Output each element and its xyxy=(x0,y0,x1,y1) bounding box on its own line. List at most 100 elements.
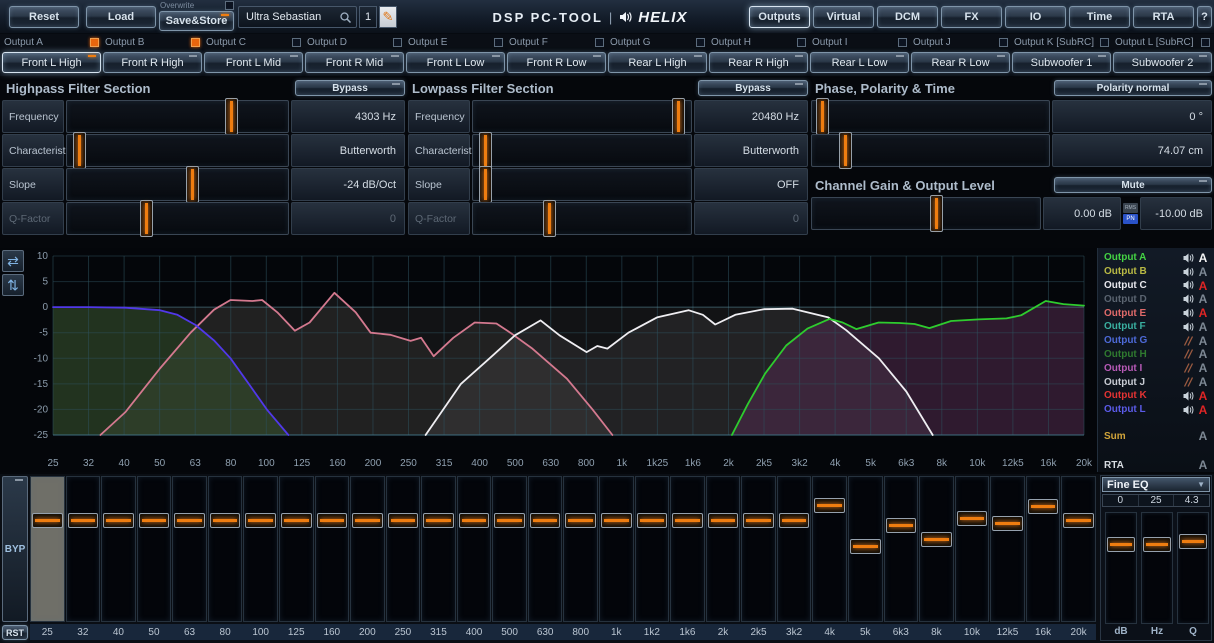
parameter-value[interactable]: -24 dB/Oct xyxy=(291,168,405,201)
chart-svg[interactable]: 1050-5-10-15-20-252532405063801001251602… xyxy=(26,248,1096,472)
preset-letter[interactable]: A xyxy=(1196,251,1210,265)
channel-name[interactable]: Output J xyxy=(1104,377,1180,388)
output-link-checkbox[interactable] xyxy=(696,38,705,47)
preset-index-field[interactable]: 1 xyxy=(359,6,377,28)
eq-band-handle[interactable] xyxy=(317,513,348,528)
preset-letter[interactable]: A xyxy=(1196,265,1210,279)
eq-band-handle[interactable] xyxy=(210,513,241,528)
eq-band-5k[interactable] xyxy=(848,476,883,622)
eq-band-handle[interactable] xyxy=(779,513,810,528)
channel-name[interactable]: Output F xyxy=(1104,321,1180,332)
slider-handle[interactable] xyxy=(839,132,852,169)
mute-slash-icon[interactable] xyxy=(1180,363,1196,373)
eq-bypass-button[interactable]: BYP xyxy=(2,476,28,622)
eq-band-1k2[interactable] xyxy=(635,476,670,622)
speaker-icon[interactable] xyxy=(1180,280,1196,290)
eq-band-12k5[interactable] xyxy=(990,476,1025,622)
parameter-slider[interactable] xyxy=(66,100,289,133)
eq-band-handle[interactable] xyxy=(459,513,490,528)
output-link-checkbox[interactable] xyxy=(191,38,200,47)
eq-band-handle[interactable] xyxy=(850,539,881,554)
eq-band-handle[interactable] xyxy=(637,513,668,528)
eq-band-32[interactable] xyxy=(66,476,101,622)
eq-band-800[interactable] xyxy=(563,476,598,622)
lowpass-bypass-button[interactable]: Bypass xyxy=(698,80,808,96)
preset-letter[interactable]: A xyxy=(1196,361,1210,375)
preset-letter[interactable]: A xyxy=(1196,306,1210,320)
preset-letter[interactable]: A xyxy=(1196,429,1210,443)
preset-letter[interactable]: A xyxy=(1196,347,1210,361)
gain-value[interactable]: 0.00 dB xyxy=(1043,197,1121,230)
eq-band-1k6[interactable] xyxy=(670,476,705,622)
eq-band-8k[interactable] xyxy=(919,476,954,622)
slider-handle[interactable] xyxy=(479,166,492,203)
output-link-checkbox[interactable] xyxy=(595,38,604,47)
slider-handle[interactable] xyxy=(140,200,153,237)
channel-tab-subwoofer-2[interactable]: Subwoofer 2 xyxy=(1113,52,1212,73)
parameter-slider[interactable] xyxy=(472,168,692,201)
eq-band-handle[interactable] xyxy=(886,518,917,533)
parameter-value[interactable]: 20480 Hz xyxy=(694,100,808,133)
eq-band-2k[interactable] xyxy=(706,476,741,622)
eq-band-40[interactable] xyxy=(101,476,136,622)
channel-tab-rear-l-high[interactable]: Rear L High xyxy=(608,52,707,73)
speaker-icon[interactable] xyxy=(1180,294,1196,304)
eq-band-250[interactable] xyxy=(386,476,421,622)
output-link-checkbox[interactable] xyxy=(1201,38,1210,47)
channel-name[interactable]: Output H xyxy=(1104,349,1180,360)
rms-badge[interactable]: RMS xyxy=(1123,203,1138,213)
eq-band-handle[interactable] xyxy=(245,513,276,528)
eq-band-handle[interactable] xyxy=(672,513,703,528)
preset-letter[interactable]: A xyxy=(1196,403,1210,417)
channel-name[interactable]: Output K xyxy=(1104,390,1180,401)
parameter-slider[interactable] xyxy=(472,202,692,235)
eq-band-80[interactable] xyxy=(208,476,243,622)
eq-band-125[interactable] xyxy=(279,476,314,622)
eq-band-4k[interactable] xyxy=(812,476,847,622)
eq-band-200[interactable] xyxy=(350,476,385,622)
eq-reset-button[interactable]: RST xyxy=(2,625,28,640)
channel-tab-subwoofer-1[interactable]: Subwoofer 1 xyxy=(1012,52,1111,73)
output-link-checkbox[interactable] xyxy=(1100,38,1109,47)
eq-band-10k[interactable] xyxy=(955,476,990,622)
channel-tab-front-r-mid[interactable]: Front R Mid xyxy=(305,52,404,73)
parameter-value[interactable]: Butterworth xyxy=(291,134,405,167)
eq-band-handle[interactable] xyxy=(139,513,170,528)
eq-band-100[interactable] xyxy=(243,476,278,622)
channel-name[interactable]: RTA xyxy=(1104,460,1180,471)
fine-eq-value[interactable]: 0 xyxy=(1103,495,1139,506)
eq-band-handle[interactable] xyxy=(921,532,952,547)
fine-eq-slider-q[interactable] xyxy=(1177,512,1209,624)
load-button[interactable]: Load xyxy=(86,6,156,28)
fine-eq-handle[interactable] xyxy=(1179,534,1207,549)
channel-name[interactable]: Sum xyxy=(1104,431,1180,442)
speaker-icon[interactable] xyxy=(1180,322,1196,332)
eq-band-handle[interactable] xyxy=(992,516,1023,531)
parameter-slider[interactable] xyxy=(472,100,692,133)
channel-tab-rear-r-low[interactable]: Rear R Low xyxy=(911,52,1010,73)
nav-[interactable]: ? xyxy=(1197,6,1212,28)
eq-band-400[interactable] xyxy=(457,476,492,622)
mute-button[interactable]: Mute xyxy=(1054,177,1212,193)
nav-rta[interactable]: RTA xyxy=(1133,6,1194,28)
channel-tab-front-l-low[interactable]: Front L Low xyxy=(406,52,505,73)
nav-io[interactable]: IO xyxy=(1005,6,1066,28)
preset-letter[interactable]: A xyxy=(1196,375,1210,389)
eq-band-handle[interactable] xyxy=(957,511,988,526)
preset-letter[interactable]: A xyxy=(1196,389,1210,403)
preset-letter[interactable]: A xyxy=(1196,279,1210,293)
eq-band-handle[interactable] xyxy=(1063,513,1094,528)
eq-band-2k5[interactable] xyxy=(741,476,776,622)
eq-band-6k3[interactable] xyxy=(884,476,919,622)
preset-letter[interactable]: A xyxy=(1196,320,1210,334)
speaker-icon[interactable] xyxy=(1180,253,1196,263)
phase-value[interactable]: 74.07 cm xyxy=(1052,134,1212,167)
channel-tab-rear-r-high[interactable]: Rear R High xyxy=(709,52,808,73)
channel-tab-front-r-high[interactable]: Front R High xyxy=(103,52,202,73)
slider-handle[interactable] xyxy=(930,195,943,232)
eq-band-handle[interactable] xyxy=(494,513,525,528)
parameter-value[interactable]: 0 xyxy=(694,202,808,235)
output-link-checkbox[interactable] xyxy=(292,38,301,47)
parameter-value[interactable]: 4303 Hz xyxy=(291,100,405,133)
channel-tab-front-l-mid[interactable]: Front L Mid xyxy=(204,52,303,73)
